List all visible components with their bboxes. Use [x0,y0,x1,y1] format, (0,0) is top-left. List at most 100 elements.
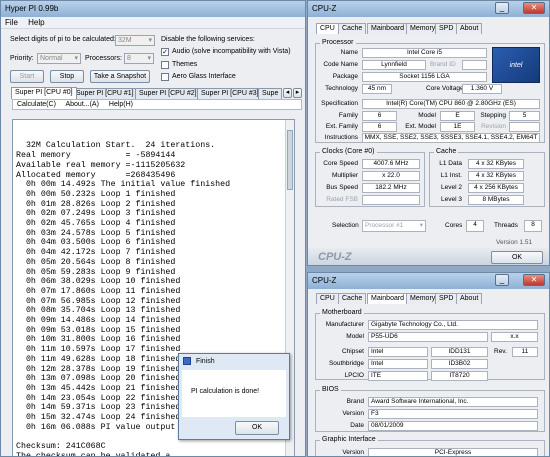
hyperpi-title: Hyper PI 0.99b [5,4,59,13]
chipset-rev-value: 11 [512,347,538,357]
menu-calculate[interactable]: Calculate(C) [17,101,56,108]
cpuz2-tab-mainboard[interactable]: Mainboard [367,293,409,304]
console-line: 0h 00m 14.492s The initial value finishe… [16,180,231,190]
family-label: Family [338,112,358,119]
codename-label: Code Name [323,61,358,68]
cpuz2-titlebar[interactable]: CPU-Z _ ✕ [308,273,549,289]
finish-title: Finish [195,358,215,365]
themes-checkbox[interactable] [161,61,169,69]
finish-titlebar[interactable]: Finish [179,354,289,369]
l1inst-label: L1 Inst. [440,172,462,179]
snapshot-button[interactable]: Take a Snapshot [90,70,150,83]
cpuz2-tab-about[interactable]: About [456,293,483,304]
console-line: 0h 02m 45.765s Loop 4 finished [16,219,176,229]
technology-value: 45 nm [362,84,392,94]
busspeed-label: Bus Speed [326,184,358,191]
cpuz1-tab-mainboard[interactable]: Mainboard [367,23,409,34]
console-line: 0h 06m 38.029s Loop 10 finished [16,277,181,287]
finish-body: PI calculation is done! [182,370,286,417]
start-button[interactable]: Start [10,70,44,83]
console-line: 0h 08m 35.704s Loop 13 finished [16,306,181,316]
processors-label: Processors: [85,55,122,62]
console-line: Available real memory =-1115205632 [16,160,186,170]
multiplier-value: x 22.0 [362,171,420,181]
cpuz1-brand: CPU-Z [318,251,352,263]
cpuz1-tab-about[interactable]: About [456,23,483,34]
tab-cpu0[interactable]: Super PI [CPU #0] [11,87,77,99]
console-line: 0h 05m 20.564s Loop 8 finished [16,257,176,267]
menu-help[interactable]: Help [28,18,44,27]
tab-cpu2[interactable]: Super PI [CPU #2] [135,88,201,99]
selection-select[interactable]: Processor #1 ▾ [362,220,426,232]
voltage-label: Core Voltage [426,85,464,92]
tab-scroll-left[interactable]: ◂ [283,88,292,98]
priority-label: Priority: [10,55,34,62]
finish-ok-button[interactable]: OK [235,421,279,435]
manufacturer-value: Gigabyte Technology Co., Ltd. [368,320,538,330]
package-label: Package [332,73,358,80]
console-line: 0h 05m 59.283s Loop 9 finished [16,267,176,277]
console-scroll-thumb[interactable] [287,130,293,190]
bios-brand-value: Award Software International, Inc. [368,397,538,407]
chipset-rev-label: Rev. [494,348,507,355]
cpuz-mainboard-window: CPU-Z _ ✕ CPU Cache Mainboard Memory SPD… [307,272,550,457]
corespeed-label: Core Speed [323,160,358,167]
chipset-label: Chipset [341,348,364,355]
stop-button[interactable]: Stop [50,70,84,83]
selection-label: Selection [332,222,359,229]
minimize-button[interactable]: _ [495,274,509,286]
mb-model-label: Model [346,333,364,340]
cpuz1-titlebar[interactable]: CPU-Z _ ✕ [308,1,549,17]
model-value: E [440,111,475,121]
processors-select[interactable]: 8 ▾ [124,53,154,64]
menu-file[interactable]: File [5,18,18,27]
cpuz2-tab-cache[interactable]: Cache [338,293,367,304]
menu-about[interactable]: About...(A) [65,101,98,108]
tab-cpu3[interactable]: Super PI [CPU #3] [197,88,263,99]
cpuz1-tab-cpu[interactable]: CPU [316,23,339,34]
menu-superpi-help[interactable]: Help(H) [109,101,133,108]
aero-checkbox[interactable] [161,73,169,81]
version-label: Version 1.51 [496,239,533,246]
corespeed-value: 4007.6 MHz [362,159,420,169]
hyperpi-menubar: File Help [1,17,305,29]
codename-value: Lynnfield [362,60,426,70]
digits-select[interactable]: 32M ▾ [115,35,155,46]
bios-group-label: BIOS [320,386,341,393]
level3-label: Level 3 [441,196,462,203]
digits-label: Select digits of pi to be calculated: [10,36,116,43]
motherboard-group-label: Motherboard [320,309,364,316]
brandid-value [462,60,487,70]
hyperpi-titlebar[interactable]: Hyper PI 0.99b [1,1,305,17]
console-line: 0h 00m 50.232s Loop 1 finished [16,189,176,199]
l1data-value: 4 x 32 KBytes [468,159,524,169]
aero-label: Aero Glass Interface [172,73,236,80]
close-button[interactable]: ✕ [523,2,545,14]
extfamily-label: Ext. Family [325,123,358,130]
minimize-button[interactable]: _ [495,2,509,14]
tab-scroll-right[interactable]: ▸ [293,88,302,98]
cpuz2-tab-cpu[interactable]: CPU [316,293,339,304]
cores-value: 4 [466,220,484,232]
cpuz1-tab-spd[interactable]: SPD [435,23,458,34]
name-value: Intel Core i5 [362,48,487,58]
cpuz2-tab-spd[interactable]: SPD [435,293,458,304]
audio-checkbox[interactable]: ✓ [161,48,169,56]
cpuz1-ok-button[interactable]: OK [491,251,543,264]
tab-cpu1[interactable]: Super PI [CPU #1] [72,88,138,99]
technology-label: Technology [325,85,358,92]
cpuz1-tab-cache[interactable]: Cache [338,23,367,34]
busspeed-value: 182.2 MHz [362,183,420,193]
priority-select[interactable]: Normal ▾ [37,53,81,64]
bios-brand-label: Brand [346,398,364,405]
console-line: 0h 07m 17.860s Loop 11 finished [16,286,181,296]
console-line: 0h 02m 07.249s Loop 3 finished [16,209,176,219]
family-value: 6 [362,111,397,121]
chevron-down-icon: ▾ [419,222,423,229]
close-button[interactable]: ✕ [523,274,545,286]
cpuz1-title: CPU-Z [312,4,337,13]
spec-value: Intel(R) Core(TM) CPU 860 @ 2.80GHz (ES) [362,99,540,109]
level2-value: 4 x 256 KBytes [468,183,524,193]
tab-cpu4[interactable]: Supe [258,88,283,99]
gfx-version-value: PCI-Express [368,448,538,456]
